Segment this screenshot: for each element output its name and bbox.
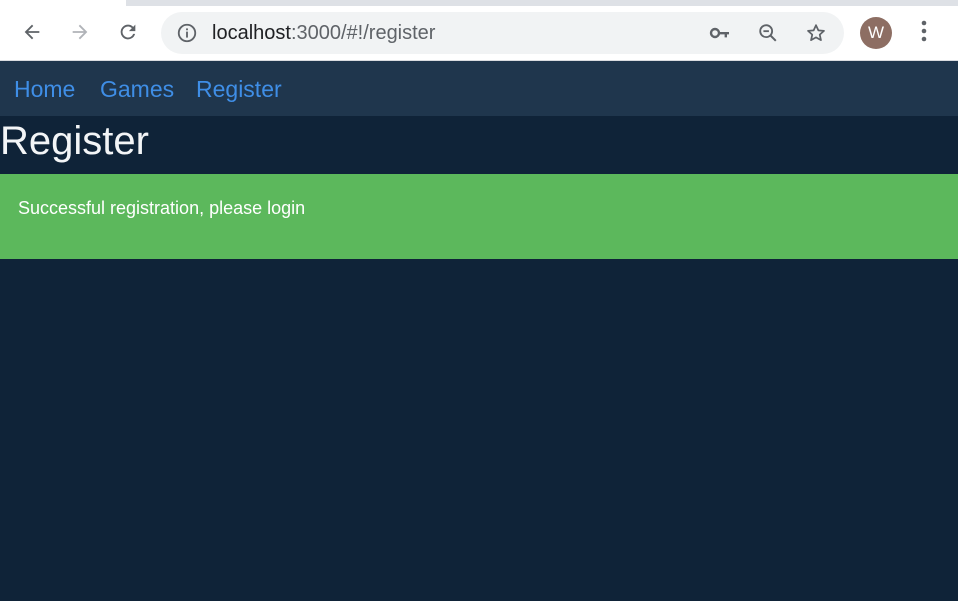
arrow-right-icon bbox=[69, 21, 91, 43]
url-host: localhost bbox=[212, 22, 291, 44]
key-icon[interactable] bbox=[708, 21, 732, 45]
forward-button[interactable] bbox=[62, 14, 98, 50]
site-navbar: Home Games Register bbox=[0, 61, 958, 116]
arrow-left-icon bbox=[21, 21, 43, 43]
url-path: :3000/#!/register bbox=[290, 22, 436, 44]
zoom-out-icon[interactable] bbox=[756, 21, 780, 45]
address-bar[interactable]: localhost:3000/#!/register bbox=[161, 12, 844, 54]
info-icon[interactable] bbox=[176, 22, 198, 44]
tab-strip bbox=[0, 0, 958, 6]
kebab-menu-icon bbox=[921, 20, 927, 47]
profile-avatar[interactable]: W bbox=[860, 17, 892, 49]
back-button[interactable] bbox=[14, 14, 50, 50]
nav-link-games[interactable]: Games bbox=[100, 75, 174, 103]
page-title: Register bbox=[0, 119, 149, 163]
browser-toolbar: localhost:3000/#!/register W bbox=[0, 0, 958, 61]
reload-button[interactable] bbox=[110, 14, 146, 50]
alert-message: Successful registration, please login bbox=[18, 198, 306, 218]
active-tab[interactable] bbox=[0, 0, 126, 6]
reload-icon bbox=[117, 21, 139, 43]
nav-link-home[interactable]: Home bbox=[14, 75, 75, 103]
browser-menu-button[interactable] bbox=[910, 17, 938, 49]
star-icon[interactable] bbox=[804, 21, 828, 45]
nav-link-register[interactable]: Register bbox=[196, 75, 282, 103]
url-text[interactable]: localhost:3000/#!/register bbox=[212, 22, 435, 44]
success-alert: Successful registration, please login bbox=[0, 174, 958, 259]
